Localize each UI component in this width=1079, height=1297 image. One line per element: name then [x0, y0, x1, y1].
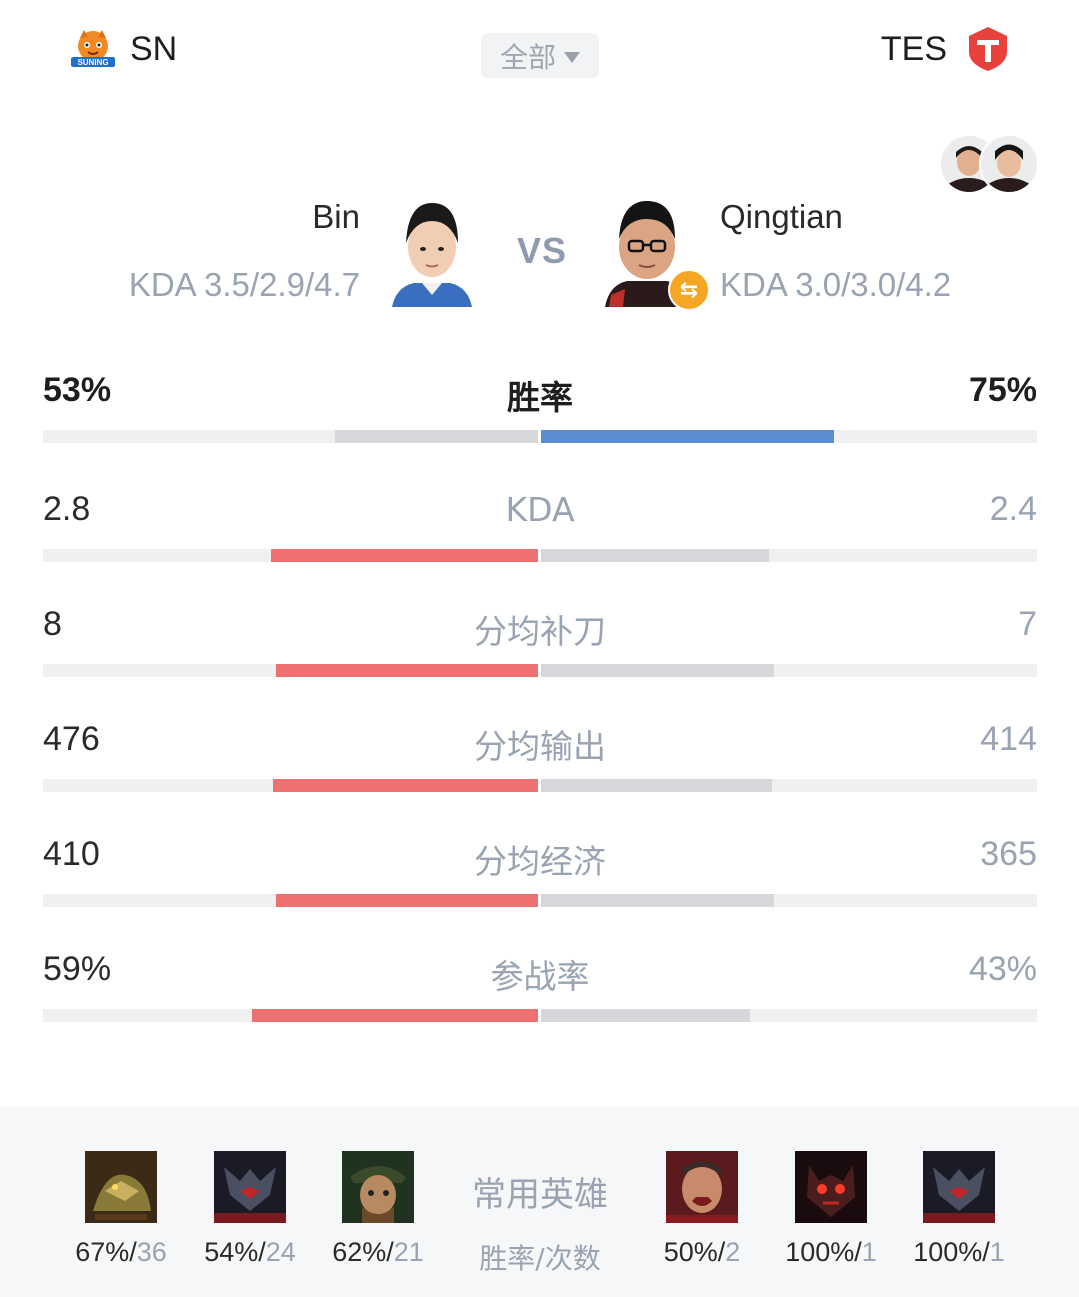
- hero-win-rate: 100%/: [913, 1237, 990, 1267]
- player-switch-avatars[interactable]: [939, 134, 1039, 194]
- stat-left-track: [43, 779, 538, 792]
- hero-stat: 100%/1: [899, 1237, 1019, 1268]
- hero-aatrox-icon[interactable]: [923, 1151, 995, 1223]
- left-player-name: Bin: [312, 198, 360, 235]
- swap-player-icon[interactable]: ⇆: [668, 269, 710, 311]
- hero-stat: 54%/24: [190, 1237, 310, 1268]
- hero-game-count: 21: [393, 1237, 424, 1267]
- hero-darius-icon[interactable]: [666, 1151, 738, 1223]
- tes-team-logo: [967, 26, 1009, 72]
- hero-win-rate: 67%/: [75, 1237, 137, 1267]
- hero-win-rate: 54%/: [204, 1237, 266, 1267]
- stat-row: 476 分均输出 414: [43, 720, 1037, 810]
- stat-row: 59% 参战率 43%: [43, 950, 1037, 1040]
- hero-stat: 50%/2: [642, 1237, 762, 1268]
- stat-row: 410 分均经济 365: [43, 835, 1037, 925]
- heroes-title: 常用英雄: [472, 1175, 608, 1215]
- hero-game-count: 1: [861, 1237, 877, 1267]
- right-player-kda: KDA 3.0/3.0/4.2: [720, 266, 952, 303]
- hero-renekton-icon[interactable]: [85, 1151, 157, 1223]
- stat-right-track: [541, 779, 1037, 792]
- vs-label: VS: [517, 230, 568, 271]
- stat-right-track: [541, 1009, 1037, 1022]
- hero-aatrox-icon[interactable]: [214, 1151, 286, 1223]
- stat-label: 分均经济: [474, 842, 606, 881]
- stat-label: 参战率: [490, 957, 590, 996]
- stat-right-bar: [541, 430, 834, 443]
- hero-ornn-icon[interactable]: [795, 1151, 867, 1223]
- stat-left-track: [43, 430, 538, 443]
- left-player-kda: KDA 3.5/2.9/4.7: [128, 266, 360, 303]
- hero-stat: 100%/1: [771, 1237, 891, 1268]
- hero-win-rate: 50%/: [663, 1237, 726, 1267]
- stat-label: KDA: [505, 490, 575, 529]
- right-team-name: TES: [880, 29, 947, 68]
- heroes-subtitle: 胜率/次数: [479, 1242, 601, 1275]
- hero-game-count: 1: [989, 1237, 1005, 1267]
- right-team[interactable]: TES: [881, 26, 1009, 72]
- hero-stat: 67%/36: [61, 1237, 181, 1268]
- chevron-down-icon: [564, 51, 580, 63]
- stat-right-track: [541, 894, 1037, 907]
- stat-right-bar: [541, 664, 775, 677]
- stat-left-bar: [273, 779, 538, 792]
- stat-label: 分均输出: [474, 727, 606, 766]
- stat-right-bar: [541, 894, 775, 907]
- stat-left-track: [43, 894, 538, 907]
- stat-row: 2.8 KDA 2.4: [43, 490, 1037, 580]
- stat-left-track: [43, 1009, 538, 1022]
- stat-left-track: [43, 549, 538, 562]
- sn-team-logo: SUNING: [70, 26, 116, 72]
- stat-right-value: 75%: [968, 371, 1037, 409]
- stat-row: 53% 胜率 75%: [43, 371, 1037, 461]
- stat-right-bar: [541, 779, 772, 792]
- stat-right-track: [541, 549, 1037, 562]
- left-player-avatar[interactable]: [392, 199, 472, 307]
- stat-label: 胜率: [507, 378, 573, 417]
- stat-left-track: [43, 664, 538, 677]
- stat-right-track: [541, 664, 1037, 677]
- filter-label: 全部: [499, 40, 556, 74]
- common-heroes-panel: 67%/36 54%/24 62%/21 常用英雄 胜率/次数 50%/2 100%/…: [0, 1107, 1079, 1297]
- stat-left-bar: [275, 894, 538, 907]
- filter-dropdown[interactable]: 全部: [481, 33, 599, 78]
- stat-left-bar: [270, 549, 538, 562]
- stat-right-value: 414: [980, 720, 1037, 758]
- hero-win-rate: 100%/: [785, 1237, 862, 1267]
- left-team[interactable]: SUNING SN: [70, 26, 177, 72]
- hero-game-count: 24: [265, 1237, 296, 1267]
- stat-label: 分均补刀: [474, 612, 606, 651]
- hero-win-rate: 62%/: [332, 1237, 394, 1267]
- stat-right-value: 2.4: [989, 490, 1037, 528]
- stat-right-value: 365: [980, 835, 1037, 873]
- stat-right-bar: [541, 1009, 751, 1022]
- stat-right-value: 43%: [968, 950, 1037, 988]
- stat-left-bar: [335, 430, 538, 443]
- stat-right-bar: [541, 549, 770, 562]
- hero-game-count: 36: [136, 1237, 167, 1267]
- hero-gangplank-icon[interactable]: [342, 1151, 414, 1223]
- stat-right-value: 7: [1018, 605, 1037, 643]
- right-player-name: Qingtian: [720, 198, 843, 235]
- stat-left-bar: [275, 664, 538, 677]
- stat-row: 8 分均补刀 7: [43, 605, 1037, 695]
- hero-game-count: 2: [725, 1237, 741, 1267]
- avatar[interactable]: [979, 134, 1039, 194]
- left-team-name: SN: [130, 29, 178, 68]
- stat-right-track: [541, 430, 1037, 443]
- stat-left-bar: [251, 1009, 538, 1022]
- svg-text:SUNING: SUNING: [77, 58, 108, 67]
- hero-stat: 62%/21: [318, 1237, 438, 1268]
